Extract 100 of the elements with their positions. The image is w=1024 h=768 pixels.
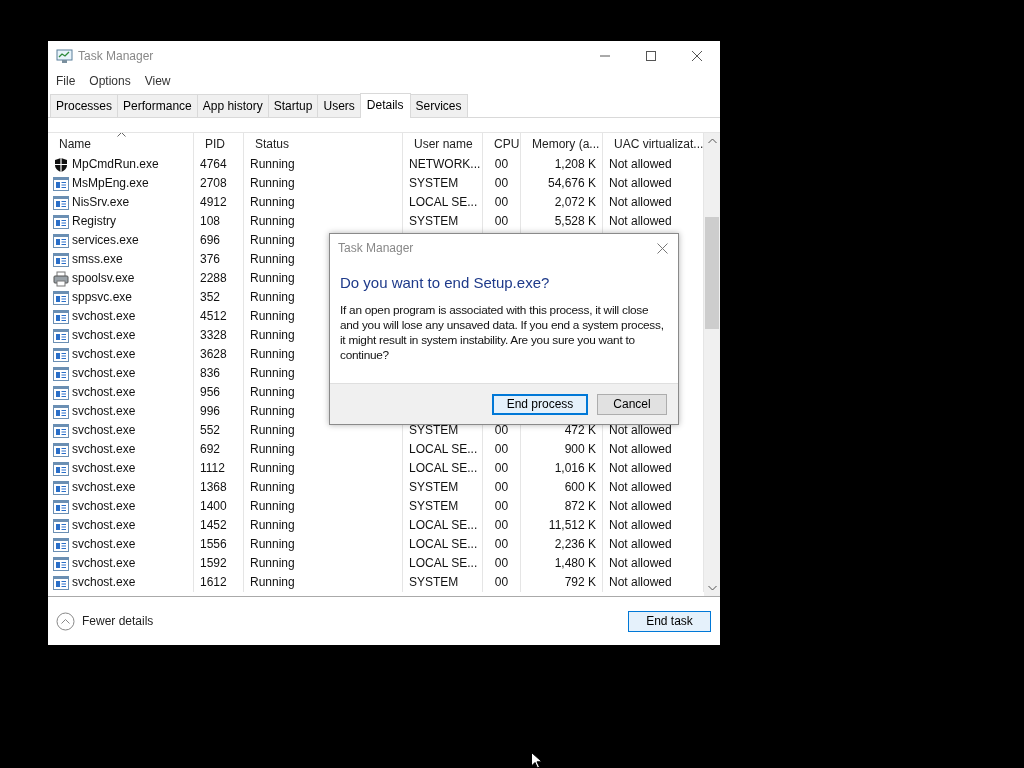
- close-icon[interactable]: [691, 50, 703, 62]
- table-cell: 00: [494, 442, 509, 456]
- application-window-icon: [53, 518, 69, 533]
- menu-item[interactable]: File: [56, 74, 76, 88]
- table-cell: Running: [250, 442, 295, 456]
- table-cell: Running: [250, 366, 295, 380]
- application-window-icon: [53, 328, 69, 343]
- table-cell: 900 K: [564, 442, 596, 456]
- table-cell: 792 K: [564, 575, 596, 589]
- column-header[interactable]: Name: [48, 133, 194, 155]
- chevron-up-circle-icon: [56, 611, 75, 631]
- table-cell: Running: [250, 385, 295, 399]
- scrollbar[interactable]: [704, 133, 720, 596]
- table-cell-text: svchost.exe: [72, 403, 136, 420]
- table-cell: 54,676 K: [547, 176, 596, 190]
- column-header[interactable]: User name: [403, 133, 483, 155]
- table-cell: 600 K: [564, 480, 596, 494]
- table-cell: 1612: [200, 575, 227, 589]
- tab[interactable]: Startup: [267, 94, 319, 117]
- column-header[interactable]: PID: [194, 133, 244, 155]
- table-cell-text: NisSrv.exe: [72, 194, 130, 211]
- table-cell-text: svchost.exe: [72, 308, 136, 325]
- table-cell: SYSTEM: [409, 176, 459, 190]
- scroll-up-icon[interactable]: [707, 138, 717, 144]
- menu-item[interactable]: View: [144, 74, 171, 88]
- table-cell: 00: [494, 176, 509, 190]
- table-cell: NETWORK...: [409, 157, 481, 171]
- table-cell: Running: [250, 157, 295, 171]
- table-cell: 11,512 K: [548, 518, 596, 532]
- table-cell-text: svchost.exe: [72, 460, 136, 477]
- tab[interactable]: Processes: [50, 94, 119, 117]
- table-cell: 00: [494, 157, 509, 171]
- menu-item[interactable]: Options: [89, 74, 131, 88]
- scrollbar-thumb[interactable]: [705, 217, 719, 329]
- table-cell: LOCAL SE...: [409, 518, 478, 532]
- table-cell-text: MpCmdRun.exe: [72, 156, 159, 173]
- table-cell: Not allowed: [609, 480, 672, 494]
- dialog-title: Task Manager: [338, 241, 414, 255]
- column-header[interactable]: Memory (a...: [521, 133, 603, 155]
- table-cell: Running: [250, 423, 295, 437]
- printer-icon: [53, 270, 69, 287]
- tab[interactable]: Services: [409, 94, 468, 117]
- application-window-icon: [53, 252, 69, 267]
- column-header[interactable]: CPU: [483, 133, 521, 155]
- monitor-chart-icon: [56, 48, 73, 64]
- tab[interactable]: Users: [317, 94, 361, 117]
- table-cell: 2,236 K: [554, 537, 596, 551]
- table-cell: 00: [494, 423, 509, 437]
- application-window-icon: [53, 556, 69, 571]
- table-cell: 2288: [200, 271, 227, 285]
- table-cell: 836: [200, 366, 221, 380]
- fewer-details-button[interactable]: Fewer details: [56, 611, 154, 631]
- application-window-icon: [53, 499, 69, 514]
- end-task-button[interactable]: End task: [628, 610, 711, 632]
- table-cell: 1452: [200, 518, 227, 532]
- table-cell-text: svchost.exe: [72, 498, 136, 515]
- table-cell: 00: [494, 195, 509, 209]
- application-window-icon: [53, 404, 69, 419]
- table-cell: 1112: [200, 461, 225, 475]
- table-cell-text: svchost.exe: [72, 346, 136, 363]
- table-cell: 4912: [200, 195, 227, 209]
- application-window-icon: [53, 176, 69, 191]
- table-cell: Running: [250, 214, 295, 228]
- tab[interactable]: App history: [196, 94, 269, 117]
- table-cell: Running: [250, 309, 295, 323]
- application-window-icon: [53, 233, 69, 248]
- table-cell: 3628: [200, 347, 227, 361]
- dialog-button[interactable]: End process: [492, 393, 588, 415]
- table-cell: 00: [494, 537, 509, 551]
- table-cell-text: services.exe: [72, 232, 139, 249]
- table-cell-text: svchost.exe: [72, 555, 136, 572]
- table-cell-text: smss.exe: [72, 251, 123, 268]
- table-cell: 4764: [200, 157, 227, 171]
- column-header[interactable]: Status: [244, 133, 403, 155]
- table-cell: Running: [250, 499, 295, 513]
- table-cell: 956: [200, 385, 221, 399]
- table-cell: 108: [200, 214, 221, 228]
- application-window-icon: [53, 442, 69, 457]
- tab[interactable]: Performance: [117, 94, 198, 117]
- maximize-icon[interactable]: [645, 50, 657, 62]
- table-cell: SYSTEM: [409, 575, 459, 589]
- table-cell: Running: [250, 556, 295, 570]
- tab[interactable]: Details: [359, 93, 411, 118]
- table-cell: Not allowed: [609, 442, 672, 456]
- scroll-down-icon[interactable]: [707, 585, 717, 591]
- table-cell: LOCAL SE...: [409, 537, 478, 551]
- table-cell: LOCAL SE...: [409, 195, 478, 209]
- dialog-button[interactable]: Cancel: [597, 393, 667, 415]
- application-window-icon: [53, 385, 69, 400]
- dialog-message: If an open program is associated with this process, it will close and you will lose any unsaved data. If you end a system process, it might result in system instability. Are you sure you want to continue?: [339, 302, 665, 363]
- table-cell: Not allowed: [609, 157, 672, 171]
- close-icon[interactable]: [657, 242, 668, 254]
- table-cell-text: svchost.exe: [72, 384, 136, 401]
- application-window-icon: [53, 290, 69, 305]
- table-cell: SYSTEM: [409, 499, 459, 513]
- table-cell: 872 K: [564, 499, 596, 513]
- dialog-heading: Do you want to end Setup.exe?: [339, 273, 551, 291]
- table-cell-text: sppsvc.exe: [72, 289, 133, 306]
- table-cell: LOCAL SE...: [409, 556, 478, 570]
- table-cell-text: svchost.exe: [72, 536, 136, 553]
